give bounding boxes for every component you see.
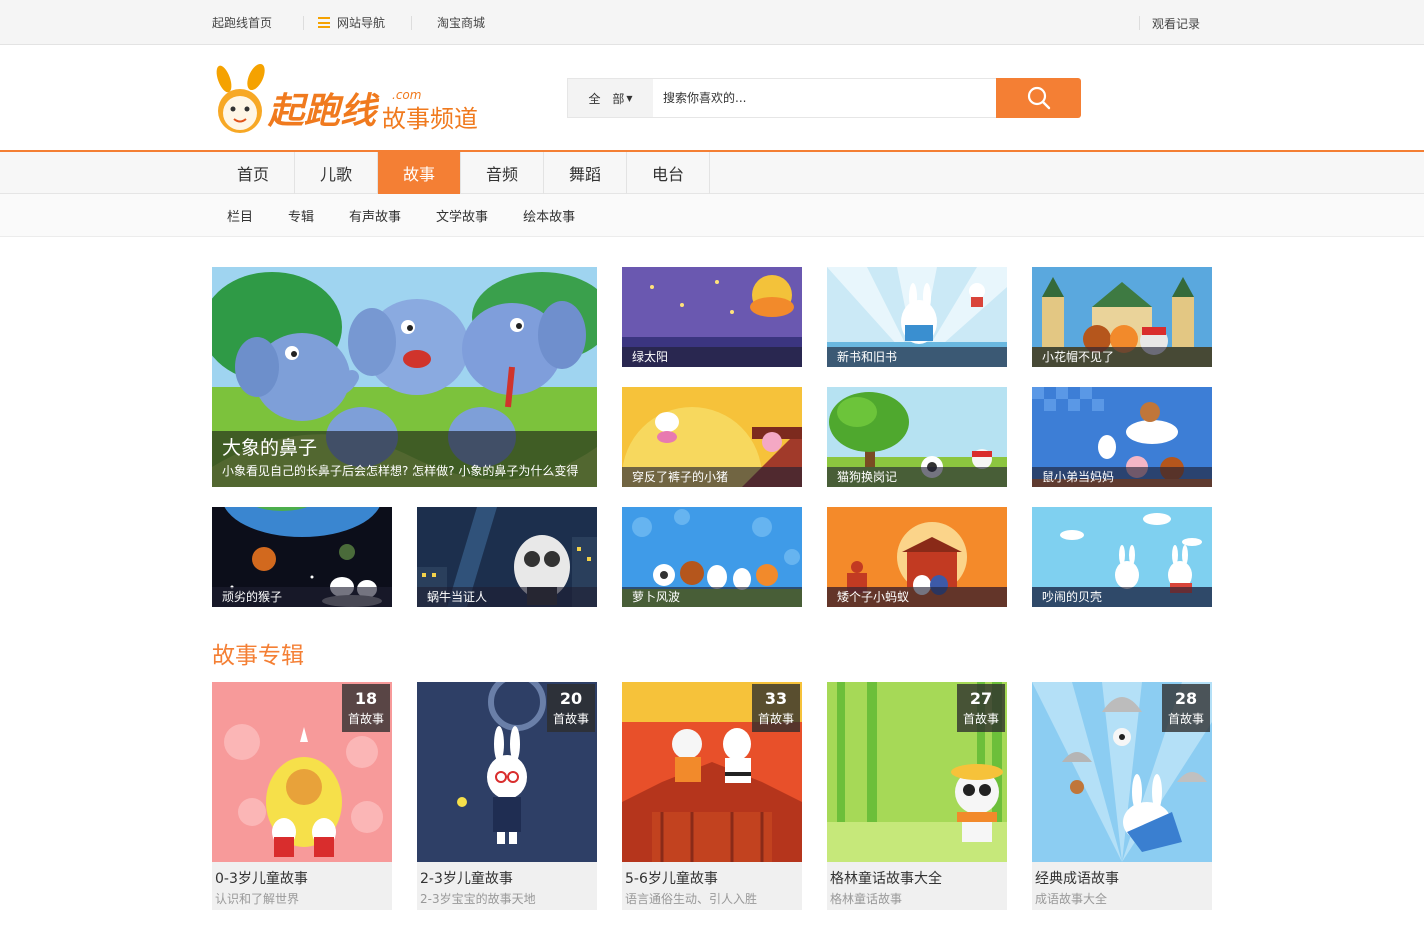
story-card[interactable]: 猫狗换岗记 — [827, 387, 1007, 487]
story-count: 28 — [1174, 689, 1198, 708]
album-title: 格林童话故事大全 — [830, 871, 942, 887]
story-count-unit: 首故事 — [347, 712, 384, 726]
nav-audio[interactable]: 音频 — [461, 152, 544, 194]
sub-nav: 栏目 专辑 有声故事 文学故事 绘本故事 — [0, 194, 1424, 237]
album-card[interactable]: 27 首故事 格林童话故事大全 格林童话故事 — [827, 682, 1007, 910]
story-title: 小花帽不见了 — [1032, 347, 1212, 367]
story-card[interactable]: 鼠小弟当妈妈 — [1032, 387, 1212, 487]
story-grid: 大象的鼻子 小象看见自己的长鼻子后会怎样想? 怎样做? 小象的鼻子为什么变得 绿… — [212, 267, 1212, 607]
story-count-unit: 首故事 — [757, 712, 794, 726]
menu-icon — [318, 17, 331, 28]
story-card[interactable]: 穿反了裤子的小猪 — [622, 387, 802, 487]
story-count: 27 — [969, 689, 993, 708]
story-title: 绿太阳 — [622, 347, 802, 367]
logo-channel: 故事频道 — [382, 105, 478, 133]
story-count-badge: 28 首故事 — [1162, 684, 1210, 732]
album-card[interactable]: 33 首故事 5-6岁儿童故事 语言通俗生动、引人入胜 — [622, 682, 802, 910]
subnav-columns[interactable]: 栏目 — [227, 206, 253, 225]
history-link[interactable]: 观看记录 — [1152, 15, 1200, 32]
album-subtitle: 认识和了解世界 — [215, 892, 300, 906]
album-subtitle: 格林童话故事 — [830, 892, 903, 906]
story-title: 矮个子小蚂蚁 — [827, 587, 1007, 607]
nav-dance[interactable]: 舞蹈 — [544, 152, 627, 194]
album-subtitle: 语言通俗生动、引人入胜 — [625, 892, 758, 906]
albums-section-title: 故事专辑 — [212, 643, 304, 669]
story-card[interactable]: 吵闹的贝壳 — [1032, 507, 1212, 607]
feature-description: 小象看见自己的长鼻子后会怎样想? 怎样做? 小象的鼻子为什么变得 — [222, 464, 579, 478]
divider — [411, 15, 413, 30]
story-count: 20 — [559, 689, 583, 708]
feature-title: 大象的鼻子 — [222, 437, 318, 459]
album-card[interactable]: 20 首故事 2-3岁儿童故事 2-3岁宝宝的故事天地 — [417, 682, 597, 910]
site-nav-label: 网站导航 — [337, 16, 386, 30]
nav-songs[interactable]: 儿歌 — [295, 152, 378, 194]
story-card[interactable]: 绿太阳 — [622, 267, 802, 367]
story-card[interactable]: 萝卜风波 — [622, 507, 802, 607]
story-card[interactable]: 蜗牛当证人 — [417, 507, 597, 607]
main-nav: 首页 儿歌 故事 音频 舞蹈 电台 — [0, 150, 1424, 194]
album-title: 5-6岁儿童故事 — [625, 871, 718, 887]
subnav-audio-stories[interactable]: 有声故事 — [349, 206, 401, 225]
story-count-badge: 18 首故事 — [342, 684, 390, 732]
story-count: 18 — [354, 689, 378, 708]
album-card[interactable]: 18 首故事 0-3岁儿童故事 认识和了解世界 — [212, 682, 392, 910]
story-card[interactable]: 新书和旧书 — [827, 267, 1007, 367]
story-count: 33 — [764, 689, 788, 708]
album-title: 0-3岁儿童故事 — [215, 871, 308, 887]
subnav-literary-stories[interactable]: 文学故事 — [436, 206, 488, 225]
story-title: 蜗牛当证人 — [417, 587, 597, 607]
search-input[interactable] — [653, 78, 996, 118]
search-button[interactable] — [996, 78, 1081, 118]
story-card[interactable]: 矮个子小蚂蚁 — [827, 507, 1007, 607]
story-title: 猫狗换岗记 — [827, 467, 1007, 487]
album-subtitle: 成语故事大全 — [1035, 892, 1108, 906]
feature-caption: 大象的鼻子 小象看见自己的长鼻子后会怎样想? 怎样做? 小象的鼻子为什么变得 — [212, 431, 597, 487]
story-title: 新书和旧书 — [827, 347, 1007, 367]
story-title: 鼠小弟当妈妈 — [1032, 467, 1212, 487]
story-count-badge: 20 首故事 — [547, 684, 595, 732]
feature-story-card[interactable]: 大象的鼻子 小象看见自己的长鼻子后会怎样想? 怎样做? 小象的鼻子为什么变得 — [212, 267, 597, 487]
story-count-unit: 首故事 — [552, 712, 589, 726]
logo-brand: 起跑线 — [267, 91, 380, 132]
story-count-unit: 首故事 — [1167, 712, 1204, 726]
nav-home[interactable]: 首页 — [212, 152, 295, 194]
album-card[interactable]: 28 首故事 经典成语故事 成语故事大全 — [1032, 682, 1212, 910]
search-bar: 全 部 ▼ — [567, 78, 1081, 118]
divider — [303, 15, 305, 30]
search-scope-label: 全 部 — [588, 91, 629, 106]
top-bar: 起跑线首页 网站导航 淘宝商城 观看记录 — [0, 0, 1424, 45]
search-icon — [1027, 86, 1050, 110]
story-count-unit: 首故事 — [962, 712, 999, 726]
story-card[interactable]: 顽劣的猴子 — [212, 507, 392, 607]
nav-radio[interactable]: 电台 — [627, 152, 710, 194]
story-title: 穿反了裤子的小猪 — [622, 467, 802, 487]
header: 起跑线 .com 故事频道 全 部 ▼ — [0, 45, 1424, 150]
album-title: 2-3岁儿童故事 — [420, 871, 513, 887]
story-count-badge: 33 首故事 — [752, 684, 800, 732]
taobao-link[interactable]: 淘宝商城 — [437, 15, 485, 31]
story-count-badge: 27 首故事 — [957, 684, 1005, 732]
divider — [1139, 16, 1140, 30]
story-title: 顽劣的猴子 — [212, 587, 392, 607]
story-title: 萝卜风波 — [622, 587, 802, 607]
nav-stories[interactable]: 故事 — [378, 152, 461, 194]
search-scope-select[interactable]: 全 部 ▼ — [567, 78, 653, 118]
home-link[interactable]: 起跑线首页 — [212, 15, 272, 31]
album-subtitle: 2-3岁宝宝的故事天地 — [420, 892, 536, 906]
album-title: 经典成语故事 — [1035, 871, 1119, 887]
album-list: 18 首故事 0-3岁儿童故事 认识和了解世界 20 首故事 2-3岁儿童故事 … — [212, 682, 1212, 910]
subnav-albums[interactable]: 专辑 — [288, 206, 314, 225]
logo-domain: .com — [392, 88, 421, 102]
story-title: 吵闹的贝壳 — [1032, 587, 1212, 607]
site-logo[interactable]: 起跑线 .com 故事频道 — [212, 63, 497, 137]
site-nav-link[interactable]: 网站导航 — [318, 15, 385, 31]
subnav-picture-book-stories[interactable]: 绘本故事 — [523, 206, 575, 225]
chevron-down-icon: ▼ — [626, 93, 633, 103]
story-card[interactable]: 小花帽不见了 — [1032, 267, 1212, 367]
